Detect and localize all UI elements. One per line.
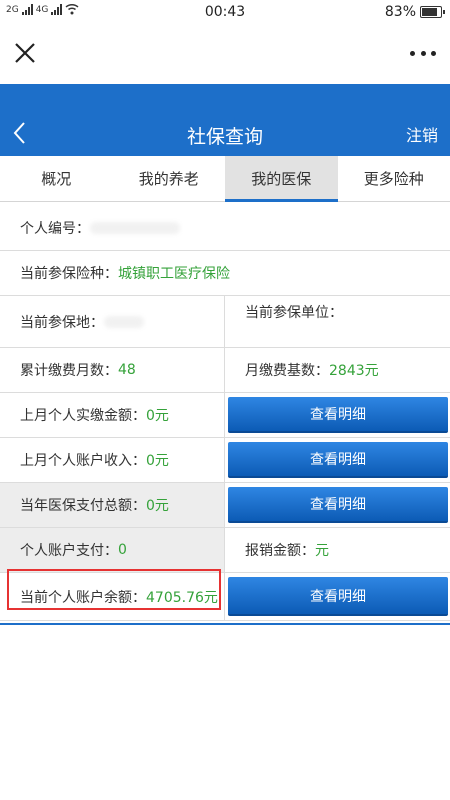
table-row: 上月个人账户收入： 0元 查看明细 [0, 438, 450, 483]
tab-more-insurance[interactable]: 更多险种 [338, 156, 450, 201]
tab-pension[interactable]: 我的养老 [113, 156, 226, 201]
table-row: 累计缴费月数： 48 月缴费基数： 2843元 [0, 348, 450, 393]
table-row: 个人账户支付： 0 报销金额： 元 [0, 528, 450, 573]
monthly-base-label: 月缴费基数： [245, 363, 329, 379]
personal-id-cell: 个人编号： [0, 206, 450, 250]
redacted-value [104, 315, 144, 328]
table-row: 当前参保险种： 城镇职工医疗保险 [0, 251, 450, 296]
logout-button[interactable]: 注销 [406, 122, 438, 146]
button-cell: 查看明细 [225, 393, 450, 437]
location-label: 当前参保地： [20, 314, 104, 331]
reimburse-label: 报销金额： [245, 543, 315, 559]
employer-cell: 当前参保单位： [225, 296, 450, 347]
view-details-button[interactable]: 查看明细 [228, 487, 448, 523]
insurance-type-label: 当前参保险种： [20, 266, 118, 282]
table-row: 上月个人实缴金额： 0元 查看明细 [0, 393, 450, 438]
more-icon[interactable] [410, 48, 436, 58]
webview-header [0, 24, 450, 84]
table-row: 当前个人账户余额： 4705.76元 查看明细 [0, 573, 450, 621]
battery-area: 83% [384, 4, 445, 20]
last-month-paid-label: 上月个人实缴金额： [20, 408, 146, 424]
balance-cell: 当前个人账户余额： 4705.76元 [0, 573, 225, 620]
last-month-income-label: 上月个人账户收入： [20, 453, 146, 469]
months-label: 累计缴费月数： [20, 363, 118, 379]
year-total-label: 当年医保支付总额： [20, 498, 146, 514]
reimburse-cell: 报销金额： 元 [225, 528, 450, 572]
status-bar: 2G 4G 00:43 83% [0, 0, 450, 24]
year-total-cell: 当年医保支付总额： 0元 [0, 483, 225, 527]
insurance-type-value: 城镇职工医疗保险 [118, 266, 230, 282]
last-month-income-cell: 上月个人账户收入： 0元 [0, 438, 225, 482]
account-pay-cell: 个人账户支付： 0 [0, 528, 225, 572]
view-details-button[interactable]: 查看明细 [228, 577, 448, 616]
account-pay-value: 0 [118, 542, 127, 558]
months-value: 48 [118, 362, 136, 378]
table-row: 个人编号： [0, 206, 450, 251]
view-details-button[interactable]: 查看明细 [228, 397, 448, 433]
clock: 00:43 [204, 4, 246, 20]
tab-medical[interactable]: 我的医保 [225, 156, 338, 202]
button-cell: 查看明细 [225, 483, 450, 527]
balance-value: 4705.76元 [146, 589, 218, 606]
reimburse-value: 元 [315, 543, 329, 559]
monthly-base-cell: 月缴费基数： 2843元 [225, 348, 450, 392]
location-cell: 当前参保地： [0, 296, 225, 347]
tab-bar: 概况 我的养老 我的医保 更多险种 [0, 156, 450, 202]
close-icon[interactable] [12, 40, 38, 66]
button-cell: 查看明细 [225, 573, 450, 620]
insurance-type-cell: 当前参保险种： 城镇职工医疗保险 [0, 251, 450, 295]
personal-id-label: 个人编号： [20, 221, 90, 237]
balance-label: 当前个人账户余额： [20, 589, 146, 606]
page-title: 社保查询 [186, 126, 263, 148]
table-row: 当前参保地： 当前参保单位： [0, 296, 450, 348]
button-cell: 查看明细 [225, 438, 450, 482]
months-cell: 累计缴费月数： 48 [0, 348, 225, 392]
medical-info-table: 个人编号： 当前参保险种： 城镇职工医疗保险 当前参保地： 当前参保单位： 累计… [0, 206, 450, 625]
employer-label: 当前参保单位： [245, 305, 343, 321]
battery-icon [420, 6, 445, 18]
last-month-income-value: 0元 [146, 453, 169, 469]
app-nav-bar: 社保查询 注销 [0, 84, 450, 156]
year-total-value: 0元 [146, 498, 169, 514]
account-pay-label: 个人账户支付： [20, 543, 118, 559]
last-month-paid-cell: 上月个人实缴金额： 0元 [0, 393, 225, 437]
monthly-base-value: 2843元 [329, 363, 379, 379]
view-details-button[interactable]: 查看明细 [228, 442, 448, 478]
tab-overview[interactable]: 概况 [0, 156, 113, 201]
last-month-paid-value: 0元 [146, 408, 169, 424]
table-row: 当年医保支付总额： 0元 查看明细 [0, 483, 450, 528]
battery-percent: 83% [384, 4, 416, 20]
redacted-value [90, 222, 180, 234]
